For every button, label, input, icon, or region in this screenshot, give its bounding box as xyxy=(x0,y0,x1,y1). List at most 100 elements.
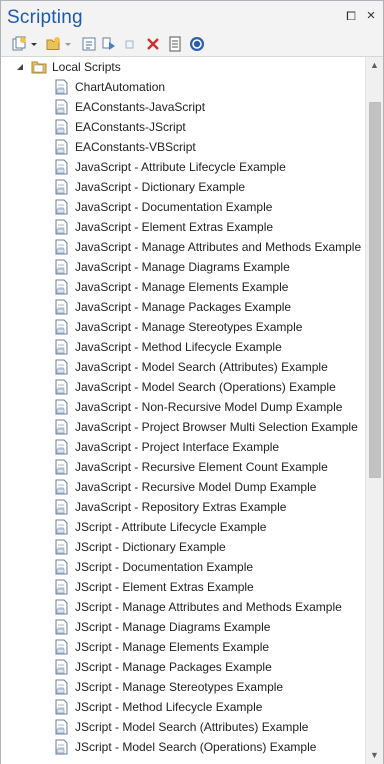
script-file-icon xyxy=(55,499,68,515)
script-file-icon xyxy=(55,399,68,415)
folder-icon xyxy=(31,61,47,74)
script-item[interactable]: JavaScript - Manage Packages Example xyxy=(1,297,363,317)
close-button[interactable]: × xyxy=(364,8,378,23)
script-item[interactable]: JavaScript - Manage Stereotypes Example xyxy=(1,317,363,337)
script-item[interactable]: EAConstants-JScript xyxy=(1,117,363,137)
pin-button[interactable]: ⧠ xyxy=(344,9,358,23)
script-item-label: JScript - Attribute Lifecycle Example xyxy=(75,520,267,534)
script-file-icon xyxy=(55,439,68,455)
script-item-label: JavaScript - Documentation Example xyxy=(75,200,273,214)
script-item[interactable]: JavaScript - Method Lifecycle Example xyxy=(1,337,363,357)
script-item[interactable]: JScript - Manage Stereotypes Example xyxy=(1,677,363,697)
tree-root-label: Local Scripts xyxy=(52,60,121,74)
script-item-label: JScript - Model Search (Operations) Exam… xyxy=(75,740,317,754)
script-file-icon xyxy=(55,119,68,135)
script-file-icon xyxy=(55,79,68,95)
script-file-icon xyxy=(55,639,68,655)
script-item[interactable]: JavaScript - Dictionary Example xyxy=(1,177,363,197)
script-item-label: JScript - Manage Packages Example xyxy=(75,660,272,674)
script-file-icon xyxy=(55,259,68,275)
script-file-icon xyxy=(55,339,68,355)
scroll-down-arrow[interactable]: ▼ xyxy=(366,747,383,764)
stop-icon[interactable] xyxy=(122,36,138,52)
script-item-label: JavaScript - Repository Extras Example xyxy=(75,500,287,514)
script-item[interactable]: JScript - Manage Diagrams Example xyxy=(1,617,363,637)
script-file-icon xyxy=(55,299,68,315)
script-item[interactable]: JScript - Element Extras Example xyxy=(1,577,363,597)
script-item-label: EAConstants-JScript xyxy=(75,120,186,134)
script-file-icon xyxy=(55,199,68,215)
scroll-up-arrow[interactable]: ▲ xyxy=(366,57,383,74)
script-item[interactable]: JScript - Model Search (Operations) Exam… xyxy=(1,737,363,757)
script-item[interactable]: JavaScript - Recursive Model Dump Exampl… xyxy=(1,477,363,497)
script-item[interactable]: JavaScript - Manage Attributes and Metho… xyxy=(1,237,363,257)
script-file-icon xyxy=(55,479,68,495)
script-item-label: JScript - Element Extras Example xyxy=(75,580,254,594)
script-item[interactable]: JavaScript - Model Search (Attributes) E… xyxy=(1,357,363,377)
script-item[interactable]: JavaScript - Manage Diagrams Example xyxy=(1,257,363,277)
script-file-icon xyxy=(55,459,68,475)
script-item[interactable]: JavaScript - Project Browser Multi Selec… xyxy=(1,417,363,437)
script-item[interactable]: JScript - Model Search (Attributes) Exam… xyxy=(1,717,363,737)
script-file-icon xyxy=(55,679,68,695)
script-item[interactable]: JavaScript - Model Search (Operations) E… xyxy=(1,377,363,397)
script-item-label: JavaScript - Manage Elements Example xyxy=(75,280,289,294)
script-item-label: JavaScript - Manage Packages Example xyxy=(75,300,292,314)
script-item-label: JavaScript - Element Extras Example xyxy=(75,220,274,234)
script-item-label: JScript - Manage Elements Example xyxy=(75,640,270,654)
script-item[interactable]: JavaScript - Attribute Lifecycle Example xyxy=(1,157,363,177)
script-item-label: EAConstants-VBScript xyxy=(75,140,196,154)
script-file-icon xyxy=(55,739,68,755)
script-item[interactable]: JavaScript - Recursive Element Count Exa… xyxy=(1,457,363,477)
script-item[interactable]: JScript - Documentation Example xyxy=(1,557,363,577)
run-icon[interactable] xyxy=(101,36,117,52)
script-file-icon xyxy=(55,359,68,375)
script-file-icon xyxy=(55,179,68,195)
script-item-label: EAConstants-JavaScript xyxy=(75,100,206,114)
script-item[interactable]: JavaScript - Element Extras Example xyxy=(1,217,363,237)
script-item[interactable]: ChartAutomation xyxy=(1,77,363,97)
script-file-icon xyxy=(55,219,68,235)
script-item[interactable]: JScript - Attribute Lifecycle Example xyxy=(1,517,363,537)
script-item-label: JScript - Dictionary Example xyxy=(75,540,226,554)
script-item[interactable]: EAConstants-VBScript xyxy=(1,137,363,157)
help-icon[interactable] xyxy=(189,36,205,52)
script-item-label: JavaScript - Recursive Element Count Exa… xyxy=(75,460,328,474)
new-group-icon[interactable] xyxy=(45,36,61,52)
script-tree: Local Scripts ChartAutomation EAConstants… xyxy=(1,56,383,764)
script-item[interactable]: EAConstants-JavaScript xyxy=(1,97,363,117)
script-item[interactable]: JScript - Dictionary Example xyxy=(1,537,363,557)
script-file-icon xyxy=(55,539,68,555)
refresh-icon[interactable] xyxy=(81,36,97,52)
script-item[interactable]: JScript - Manage Packages Example xyxy=(1,657,363,677)
tree-root-local-scripts[interactable]: Local Scripts xyxy=(1,57,363,77)
script-file-icon xyxy=(55,99,68,115)
scroll-thumb[interactable] xyxy=(369,102,381,478)
script-item-label: JScript - Method Lifecycle Example xyxy=(75,700,263,714)
script-item-label: JavaScript - Project Browser Multi Selec… xyxy=(75,420,358,434)
collapse-triangle-icon[interactable] xyxy=(15,62,25,72)
vertical-scrollbar[interactable]: ▲ ▼ xyxy=(365,57,383,764)
new-script-icon[interactable] xyxy=(11,36,27,52)
properties-icon[interactable] xyxy=(167,36,183,52)
dropdown-arrow-icon[interactable] xyxy=(64,36,72,52)
script-item[interactable]: JavaScript - Repository Extras Example xyxy=(1,497,363,517)
script-item-label: JavaScript - Manage Diagrams Example xyxy=(75,260,290,274)
script-item[interactable]: JScript - Manage Attributes and Methods … xyxy=(1,597,363,617)
script-item[interactable]: JavaScript - Documentation Example xyxy=(1,197,363,217)
script-item[interactable]: JScript - Method Lifecycle Example xyxy=(1,697,363,717)
delete-icon[interactable] xyxy=(145,36,161,52)
scripting-toolbar xyxy=(1,34,383,56)
script-item-label: JScript - Documentation Example xyxy=(75,560,254,574)
script-item[interactable]: JScript - Manage Elements Example xyxy=(1,637,363,657)
script-item[interactable]: JavaScript - Project Interface Example xyxy=(1,437,363,457)
script-file-icon xyxy=(55,719,68,735)
script-item[interactable]: JavaScript - Non-Recursive Model Dump Ex… xyxy=(1,397,363,417)
scripting-window: Scripting ⧠ × Local Scripts ChartAutomat… xyxy=(0,0,384,764)
script-file-icon xyxy=(55,579,68,595)
script-item-label: JavaScript - Recursive Model Dump Exampl… xyxy=(75,480,317,494)
script-item[interactable]: JavaScript - Manage Elements Example xyxy=(1,277,363,297)
window-title: Scripting xyxy=(7,7,83,28)
script-file-icon xyxy=(55,519,68,535)
dropdown-arrow-icon[interactable] xyxy=(30,36,38,52)
